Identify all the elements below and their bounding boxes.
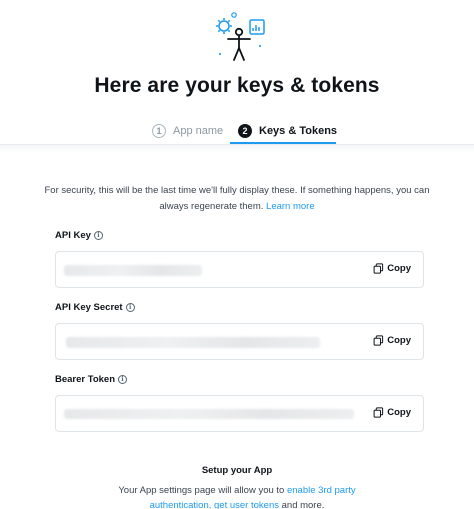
step-app-name[interactable]: 1 App name bbox=[152, 118, 223, 144]
bearer-token-field: Copy bbox=[55, 395, 424, 432]
copy-api-key-button[interactable]: Copy bbox=[373, 263, 411, 274]
api-key-label: API Key i bbox=[55, 230, 103, 241]
setup-text-after: and more. bbox=[281, 500, 325, 509]
copy-icon bbox=[373, 263, 384, 274]
page-title: Here are your keys & tokens bbox=[94, 74, 380, 97]
copy-icon bbox=[373, 335, 384, 346]
step-number: 1 bbox=[152, 124, 166, 138]
step-label: App name bbox=[173, 125, 224, 137]
info-icon[interactable]: i bbox=[125, 303, 135, 312]
copy-label: Copy bbox=[387, 407, 411, 418]
bearer-token-label: Bearer Token i bbox=[55, 374, 128, 385]
step-label: Keys & Tokens bbox=[259, 125, 338, 137]
security-notice-text: For security, this will be the last time… bbox=[44, 185, 430, 212]
api-key-field: Copy bbox=[55, 251, 424, 288]
masked-api-key-value bbox=[64, 265, 202, 276]
get-user-tokens-link[interactable]: get user tokens bbox=[214, 500, 279, 509]
developer-figure-with-gears-icon bbox=[216, 12, 265, 61]
setup-text-before: Your App settings page will allow you to bbox=[118, 485, 285, 496]
security-notice: For security, this will be the last time… bbox=[40, 183, 434, 215]
copy-api-key-secret-button[interactable]: Copy bbox=[373, 335, 411, 346]
masked-api-key-secret-value bbox=[66, 337, 320, 348]
info-icon[interactable]: i bbox=[118, 375, 128, 384]
setup-title: Setup your App bbox=[201, 465, 273, 476]
api-key-secret-label-text: API Key Secret bbox=[55, 302, 123, 313]
step-keys-and-tokens[interactable]: 2 Keys & Tokens bbox=[238, 118, 337, 144]
api-key-secret-label: API Key Secret i bbox=[55, 302, 135, 313]
copy-label: Copy bbox=[387, 263, 411, 274]
api-key-secret-field: Copy bbox=[55, 323, 424, 360]
copy-icon bbox=[373, 407, 384, 418]
copy-bearer-token-button[interactable]: Copy bbox=[373, 407, 411, 418]
copy-label: Copy bbox=[387, 335, 411, 346]
masked-bearer-token-value bbox=[64, 409, 354, 419]
api-key-label-text: API Key bbox=[55, 230, 91, 241]
setup-description: Your App settings page will allow you to… bbox=[110, 483, 364, 509]
info-icon[interactable]: i bbox=[93, 231, 103, 240]
bearer-token-label-text: Bearer Token bbox=[55, 374, 116, 385]
header-shadow bbox=[0, 145, 474, 153]
learn-more-link[interactable]: Learn more bbox=[266, 201, 315, 212]
step-number: 2 bbox=[238, 124, 252, 138]
